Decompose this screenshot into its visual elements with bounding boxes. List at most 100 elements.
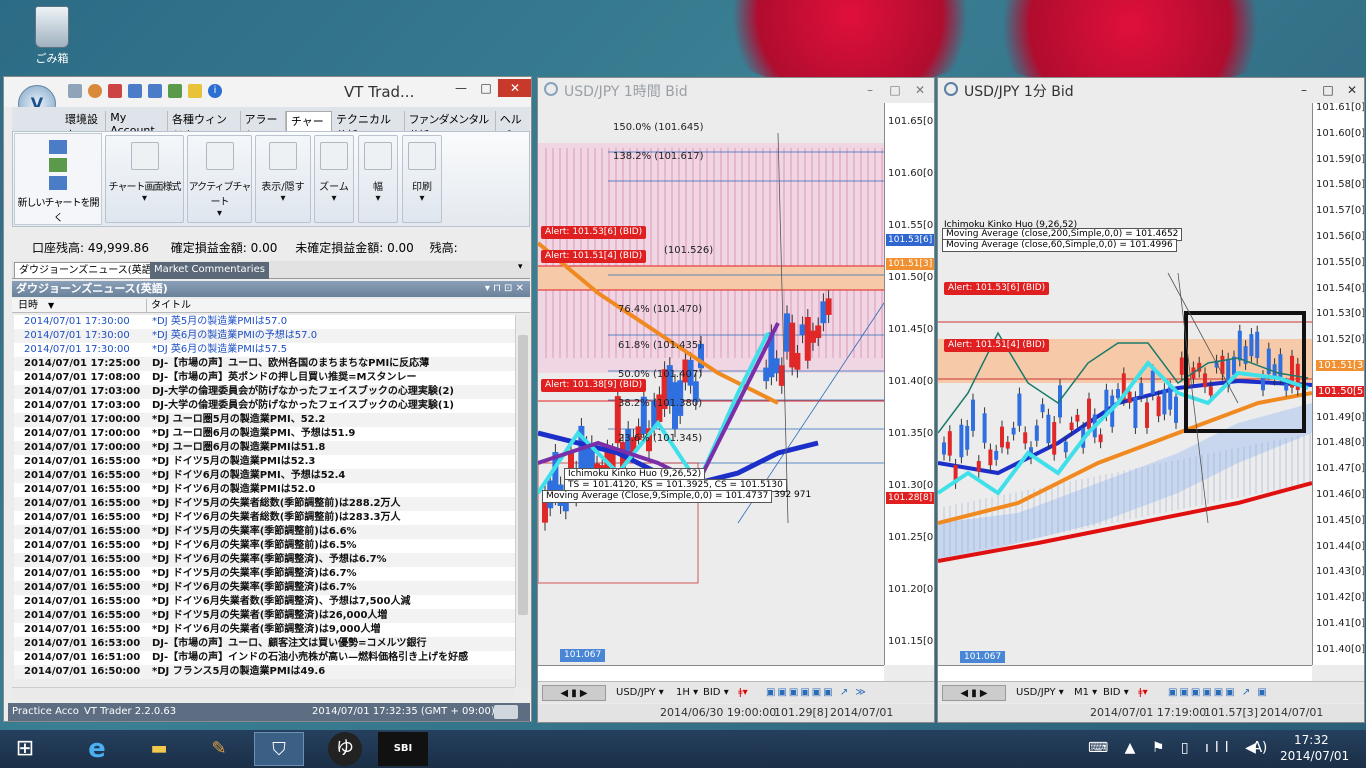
chart1-status-bar: 2014/06/30 19:00:00 101.29[8] 2014/07/01…: [538, 704, 934, 722]
news-title: *DJ ドイツ5月の失業率(季節調整前)は6.6%: [152, 526, 357, 537]
chart1-cursor-time: 2014/06/30 19:00:00: [660, 706, 777, 719]
news-row[interactable]: 2014/07/01 16:55:00 *DJ ドイツ5月の失業者(季節調整済)は…: [14, 609, 517, 623]
news-time: 2014/07/01 17:03:00: [24, 400, 141, 411]
chart2-window: USD/JPY 1分 Bid – □ ✕ 101.61[0] 101.60[0] 1…: [937, 77, 1365, 723]
scrollbar-thumb[interactable]: [518, 335, 528, 615]
news-row[interactable]: 2014/07/01 16:55:00 *DJ ドイツ5月の失業率(季節調整前)は…: [14, 525, 517, 539]
chart2-scroll-control[interactable]: ◀ ▮ ▶: [942, 685, 1006, 701]
news-title: DJ-【市場の声】ユーロ、顧客注文は買い優勢=コメルツ銀行: [152, 638, 427, 649]
news-row[interactable]: 2014/07/01 17:00:00 *DJ ユーロ圏5月の製造業PMI、52.…: [14, 413, 517, 427]
news-row[interactable]: 2014/07/01 17:25:00 DJ-【市場の声】ユーロ、欧州各国のまちま…: [14, 357, 517, 371]
news-title: *DJ ドイツ6月の失業者(季節調整済)は9,000人増: [152, 624, 381, 635]
chart1-scroll-control[interactable]: ◀ ▮ ▶: [542, 685, 606, 701]
news-title: DJ-大学の倫理委員会が防げなかったフェイスブックの心理実験(2): [152, 386, 454, 397]
news-row[interactable]: 2014/07/01 17:00:00 *DJ ユーロ圏6月の製造業PMI、予想は…: [14, 427, 517, 441]
chart2-price-tick: 101.55[0]: [1316, 256, 1365, 268]
connection-icon[interactable]: [494, 705, 518, 719]
chart2-time-axis: [938, 665, 1312, 681]
news-row[interactable]: 2014/07/01 17:30:00 *DJ 英6月の製造業PMIは57.5: [14, 343, 517, 357]
chart2-cursor-price: 101.57[3]: [1204, 706, 1259, 719]
chart2-axis-labels: 101.61[0] 101.60[0] 101.59[0] 101.58[0] 101.…: [938, 78, 1365, 722]
news-row[interactable]: 2014/07/01 16:55:00 *DJ ドイツ6月の製造業PMIは52.0: [14, 483, 517, 497]
ime-indicator[interactable]: A: [1252, 738, 1262, 756]
news-row[interactable]: 2014/07/01 17:03:00 DJ-大学の倫理委員会が防げなかったフェイ…: [14, 399, 517, 413]
news-time: 2014/07/01 16:53:00: [24, 638, 141, 649]
news-row[interactable]: 2014/07/01 16:55:00 *DJ ドイツ6月の失業率(季節調整済)は…: [14, 581, 517, 595]
news-title: *DJ ドイツ5月の製造業PMIは52.3: [152, 456, 316, 467]
chart1-price-tick: 101.30[0]: [888, 480, 935, 491]
news-time: 2014/07/01 16:55:00: [24, 498, 141, 509]
vt-trader-task-icon[interactable]: ⛉: [254, 732, 304, 766]
tray-icons[interactable]: ⌨ ▲ ⚑ ▯ ıll ◀): [1088, 740, 1273, 756]
news-time: 2014/07/01 16:55:00: [24, 526, 141, 537]
chart1-alert-label: Alert: 101.38[9] (BID): [541, 379, 647, 392]
chart1-window: USD/JPY 1時間 Bid – □ ✕ 101.65[0] 101.60[0]…: [537, 77, 935, 723]
news-title: *DJ 英6月の製造業PMIは57.5: [152, 344, 288, 355]
news-time: 2014/07/01 16:55:00: [24, 624, 141, 635]
clock-date[interactable]: 2014/07/01: [1280, 749, 1349, 763]
news-row[interactable]: 2014/07/01 16:51:00 DJ-【市場の声】インドの石油小売株が高い…: [14, 651, 517, 665]
ie-icon[interactable]: e: [72, 732, 122, 766]
news-title: *DJ ユーロ圏6月の製造業PMIは51.8: [152, 442, 326, 453]
recycle-bin-icon: [35, 6, 69, 48]
chart1-price-box: 101.28[8]: [886, 492, 934, 504]
news-title: DJ-大学の倫理委員会が防げなかったフェイスブックの心理実験(1): [152, 400, 454, 411]
vt-trader-window: V i VT Trad... — □ ✕ 環境設定 My Account 各種ウ…: [3, 76, 532, 722]
yu-app-icon[interactable]: ゆ: [328, 732, 362, 766]
chart2-price-tick: 101.41[0]: [1316, 618, 1365, 629]
news-row[interactable]: 2014/07/01 16:55:00 *DJ ドイツ6月の失業率(季節調整前)は…: [14, 539, 517, 553]
recycle-bin[interactable]: ごみ箱: [22, 6, 82, 66]
chart2-price-tick: 101.49[0]: [1316, 411, 1365, 423]
chart1-symbol-select[interactable]: USD/JPY ▾: [616, 685, 664, 701]
news-row[interactable]: 2014/07/01 17:03:00 DJ-大学の倫理委員会が防げなかったフェイ…: [14, 385, 517, 399]
recycle-bin-label: ごみ箱: [35, 52, 69, 65]
news-row[interactable]: 2014/07/01 16:55:00 *DJ ドイツ5月の失業者総数(季節調整前…: [14, 497, 517, 511]
news-time: 2014/07/01 16:55:00: [24, 456, 141, 467]
chart2-alert-label: Alert: 101.51[4] (BID): [944, 339, 1050, 352]
chart1-price-tick: 101.55[0]: [888, 220, 935, 231]
news-row[interactable]: 2014/07/01 16:55:00 *DJ ドイツ5月の失業率(季節調整済)は…: [14, 567, 517, 581]
chart1-side-select[interactable]: BID ▾: [703, 685, 729, 701]
news-row[interactable]: 2014/07/01 16:55:00 *DJ ドイツ6月の失業者総数(季節調整前…: [14, 511, 517, 525]
news-row[interactable]: 2014/07/01 17:30:00 *DJ 英5月の製造業PMIは57.0: [14, 315, 517, 329]
news-row[interactable]: 2014/07/01 16:53:00 DJ-【市場の声】ユーロ、顧客注文は買い優…: [14, 637, 517, 651]
news-hscrollbar[interactable]: [12, 687, 515, 699]
news-row[interactable]: 2014/07/01 17:30:00 *DJ 英6月の製造業PMIの予想は57.…: [14, 329, 517, 343]
news-time: 2014/07/01 16:55:00: [24, 470, 141, 481]
vt-version: VT Trader 2.2.0.63: [84, 706, 177, 717]
chart1-tool-icons[interactable]: ▣▣▣▣▣▣ ↗ ≫: [766, 685, 926, 701]
news-row[interactable]: 2014/07/01 16:55:00 *DJ ドイツ6月失業者数(季節調整済)、…: [14, 595, 517, 609]
news-time: 2014/07/01 16:55:00: [24, 554, 141, 565]
news-time: 2014/07/01 17:25:00: [24, 358, 141, 369]
news-time: 2014/07/01 17:08:00: [24, 372, 141, 383]
explorer-icon[interactable]: ▬: [134, 732, 184, 766]
chart2-current-time: 2014/07/01 17:32:36: [1260, 706, 1324, 719]
news-title: *DJ フランス5月の製造業PMIは49.6: [152, 666, 326, 677]
paint-icon[interactable]: ✎: [194, 732, 244, 766]
chart1-fib-label: 150.0% (101.645): [613, 122, 704, 133]
chart1-fib-label: 138.2% (101.617): [613, 151, 704, 162]
chart2-side-select[interactable]: BID ▾: [1103, 685, 1129, 701]
server-time: 2014/07/01 17:32:35 (GMT + 09:00): [312, 706, 495, 717]
start-windows-icon[interactable]: ⊞: [0, 732, 50, 766]
news-time: 2014/07/01 17:00:00: [24, 428, 141, 439]
chart1-price-tick: 101.15[0]: [888, 636, 935, 647]
news-row[interactable]: 2014/07/01 16:55:00 *DJ ドイツ6月の失業率(季節調整済)、…: [14, 553, 517, 567]
news-row[interactable]: 2014/07/01 16:55:00 *DJ ドイツ6月の製造業PMI、予想は5…: [14, 469, 517, 483]
news-title: DJ-【市場の声】ユーロ、欧州各国のまちまちなPMIに反応薄: [152, 358, 430, 369]
chart1-timeframe-select[interactable]: 1H ▾: [676, 685, 698, 701]
chart2-tool-icons[interactable]: ▣▣▣▣▣▣ ↗ ▣: [1168, 685, 1358, 701]
chart2-timeframe-select[interactable]: M1 ▾: [1074, 685, 1097, 701]
news-row[interactable]: 2014/07/01 16:55:00 *DJ ドイツ6月の失業者(季節調整済)は…: [14, 623, 517, 637]
news-row[interactable]: 2014/07/01 16:55:00 *DJ ドイツ5月の製造業PMIは52.3: [14, 455, 517, 469]
news-row[interactable]: 2014/07/01 17:00:00 *DJ ユーロ圏6月の製造業PMIは51.…: [14, 441, 517, 455]
chart1-fib-label: 61.8% (101.435): [618, 340, 703, 351]
clock-time[interactable]: 17:32: [1294, 733, 1329, 747]
candle-icon[interactable]: ǂ▾: [1138, 685, 1148, 701]
sbi-fxtrade-icon[interactable]: SBI: [378, 732, 428, 766]
news-row[interactable]: 2014/07/01 17:08:00 DJ-【市場の声】英ポンドの押し目買い推奨…: [14, 371, 517, 385]
news-scrollbar[interactable]: [515, 315, 530, 687]
chart2-symbol-select[interactable]: USD/JPY ▾: [1016, 685, 1064, 701]
candle-icon[interactable]: ǂ▾: [738, 685, 748, 701]
news-row[interactable]: 2014/07/01 16:50:00 *DJ フランス5月の製造業PMIは49.…: [14, 665, 517, 679]
